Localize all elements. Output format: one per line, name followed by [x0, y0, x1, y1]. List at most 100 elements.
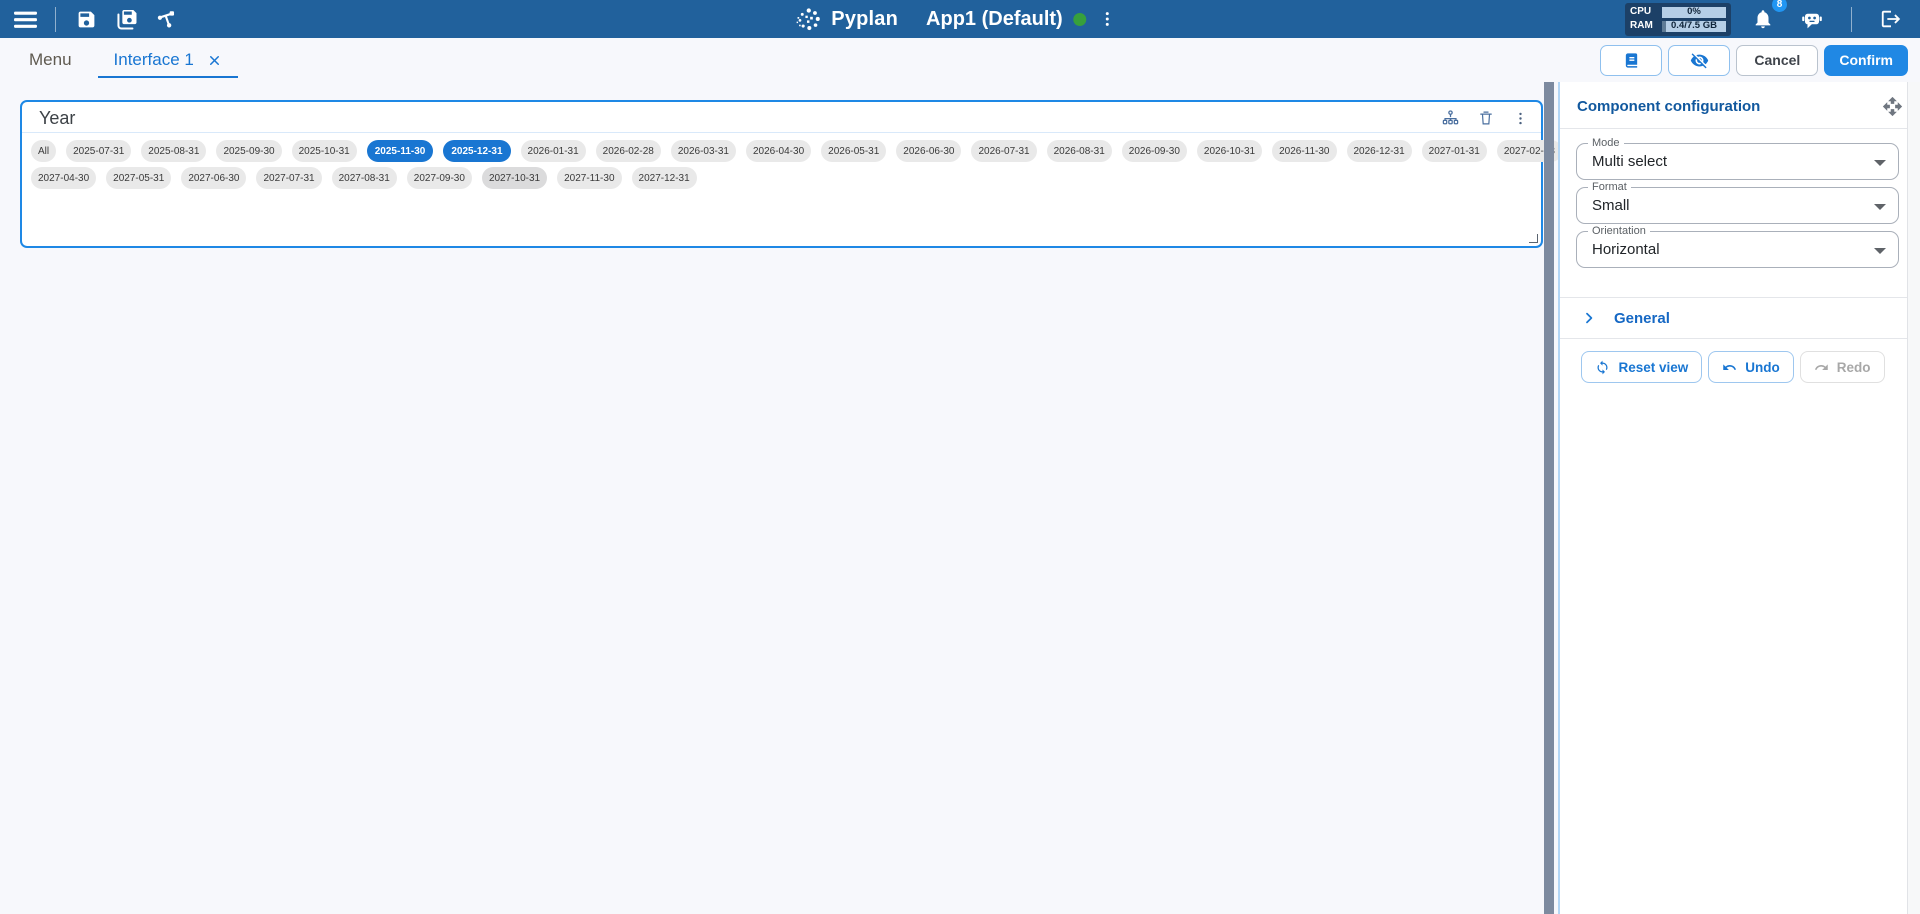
- mode-select[interactable]: Mode Multi select: [1576, 143, 1899, 180]
- component-menu-button[interactable]: [1512, 110, 1529, 127]
- tab-label: Menu: [29, 50, 72, 70]
- chevron-right-icon: [1580, 309, 1598, 327]
- button-label: Undo: [1745, 360, 1780, 375]
- chip[interactable]: 2027-08-31: [332, 167, 397, 189]
- chip[interactable]: All: [31, 140, 56, 162]
- kebab-icon: [1512, 110, 1529, 127]
- notebook-button[interactable]: [1600, 45, 1662, 76]
- tab-interface-1[interactable]: Interface 1: [93, 38, 243, 82]
- general-section-toggle[interactable]: General: [1560, 297, 1920, 339]
- logout-icon: [1880, 8, 1902, 30]
- notifications-button[interactable]: 8: [1746, 2, 1780, 36]
- field-value: Multi select: [1577, 144, 1898, 179]
- button-label: Redo: [1837, 360, 1871, 375]
- chip[interactable]: 2026-05-31: [821, 140, 886, 162]
- chip[interactable]: 2027-11-30: [557, 167, 621, 189]
- chips-area: All 2025-07-31 2025-08-31 2025-09-30 2025-10…: [22, 133, 1541, 196]
- component-header: Year: [22, 102, 1541, 133]
- chip[interactable]: 2027-09-30: [407, 167, 472, 189]
- hamburger-menu-button[interactable]: [8, 2, 42, 36]
- move-icon[interactable]: [1882, 96, 1903, 117]
- format-select[interactable]: Format Small: [1576, 187, 1899, 224]
- notification-badge: 8: [1772, 0, 1787, 12]
- assistant-bot-icon: [1800, 7, 1824, 31]
- book-icon: [1623, 52, 1640, 69]
- bell-icon: [1752, 8, 1774, 30]
- chip[interactable]: 2026-11-30: [1272, 140, 1336, 162]
- assistant-button[interactable]: [1795, 2, 1829, 36]
- chip[interactable]: 2027-12-31: [632, 167, 697, 189]
- chip[interactable]: 2026-08-31: [1047, 140, 1112, 162]
- hamburger-icon: [13, 7, 38, 32]
- chip[interactable]: 2027-07-31: [256, 167, 321, 189]
- chip-row: 2027-04-30 2027-05-31 2027-06-30 2027-07-31…: [31, 167, 1532, 189]
- chip[interactable]: 2026-03-31: [671, 140, 736, 162]
- tab-menu[interactable]: Menu: [8, 38, 93, 82]
- toolbar-divider: [1851, 7, 1852, 32]
- redo-button[interactable]: Redo: [1800, 351, 1885, 383]
- chip-selected[interactable]: 2025-11-30: [367, 140, 434, 162]
- hierarchy-button[interactable]: [1441, 109, 1460, 128]
- chip[interactable]: 2027-05-31: [106, 167, 171, 189]
- chip[interactable]: 2026-07-31: [971, 140, 1036, 162]
- trash-icon: [1477, 109, 1495, 127]
- brand-logo: Pyplan: [795, 6, 898, 33]
- chevron-down-icon: [1874, 160, 1886, 166]
- share-nodes-icon: [156, 9, 177, 30]
- cpu-label: CPU: [1630, 7, 1657, 17]
- chip[interactable]: 2026-09-30: [1122, 140, 1187, 162]
- ram-value: 0.4/7.5 GB: [1671, 21, 1717, 31]
- chip[interactable]: 2025-09-30: [216, 140, 281, 162]
- save-button[interactable]: [69, 2, 103, 36]
- chip[interactable]: 2026-06-30: [896, 140, 961, 162]
- logout-button[interactable]: [1874, 2, 1908, 36]
- eye-off-icon: [1690, 51, 1709, 70]
- chip[interactable]: 2026-04-30: [746, 140, 811, 162]
- canvas-scrollbar[interactable]: [1544, 82, 1554, 914]
- ram-bar: 0.4/7.5 GB: [1662, 21, 1726, 32]
- chip[interactable]: 2025-08-31: [141, 140, 206, 162]
- chip[interactable]: 2026-02-28: [596, 140, 661, 162]
- share-nodes-button[interactable]: [149, 2, 183, 36]
- chip[interactable]: 2026-10-31: [1197, 140, 1262, 162]
- pyplan-logo-icon: [795, 6, 822, 33]
- reset-view-button[interactable]: Reset view: [1581, 351, 1702, 383]
- toolbar-divider: [55, 7, 56, 32]
- cancel-button[interactable]: Cancel: [1736, 45, 1818, 76]
- tab-bar: Menu Interface 1 Cancel Confirm: [0, 38, 1920, 82]
- resize-handle[interactable]: [1529, 234, 1538, 243]
- brand-name: Pyplan: [831, 8, 898, 31]
- chip[interactable]: 2025-10-31: [292, 140, 357, 162]
- confirm-button[interactable]: Confirm: [1824, 45, 1908, 76]
- chip[interactable]: 2027-01-31: [1422, 140, 1487, 162]
- cpu-bar: 0%: [1662, 7, 1726, 18]
- chip[interactable]: 2026-12-31: [1347, 140, 1412, 162]
- tab-close-icon[interactable]: [207, 53, 222, 68]
- year-selector-component: Year: [20, 100, 1543, 248]
- component-configuration-panel: Component configuration Mode Multi selec…: [1558, 82, 1920, 914]
- sitemap-icon: [1441, 109, 1460, 128]
- chevron-down-icon: [1874, 204, 1886, 210]
- chip[interactable]: 2027-06-30: [181, 167, 246, 189]
- chip-selected[interactable]: 2025-12-31: [443, 140, 510, 162]
- config-panel-title: Component configuration: [1577, 98, 1882, 115]
- field-label: Format: [1588, 181, 1631, 194]
- save-all-icon: [115, 8, 138, 31]
- save-all-button[interactable]: [109, 2, 143, 36]
- chip[interactable]: 2027-04-30: [31, 167, 96, 189]
- redo-icon: [1814, 360, 1829, 375]
- orientation-select[interactable]: Orientation Horizontal: [1576, 231, 1899, 268]
- chip[interactable]: 2027-10-31: [482, 167, 547, 189]
- chip[interactable]: 2025-07-31: [66, 140, 131, 162]
- system-stats: CPU 0% RAM 0.4/7.5 GB: [1625, 3, 1731, 36]
- field-label: Orientation: [1588, 225, 1650, 238]
- delete-component-button[interactable]: [1477, 109, 1495, 127]
- chevron-down-icon: [1874, 248, 1886, 254]
- undo-icon: [1722, 360, 1737, 375]
- undo-button[interactable]: Undo: [1708, 351, 1794, 383]
- app-menu-kebab-button[interactable]: [1091, 2, 1125, 36]
- hide-preview-button[interactable]: [1668, 45, 1730, 76]
- ram-bar-fill: [1662, 21, 1666, 32]
- chip[interactable]: 2026-01-31: [521, 140, 586, 162]
- component-title: Year: [39, 108, 75, 129]
